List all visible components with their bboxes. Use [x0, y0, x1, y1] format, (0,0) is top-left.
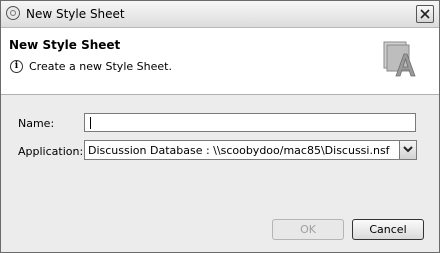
- application-selected-value: Discussion Database : \\scoobydoo/mac85\…: [88, 144, 390, 157]
- application-dropdown-button[interactable]: [399, 141, 416, 159]
- chevron-down-icon: [403, 146, 413, 153]
- text-caret: [90, 117, 91, 129]
- application-select[interactable]: Discussion Database : \\scoobydoo/mac85\…: [84, 140, 417, 160]
- window-title: New Style Sheet: [26, 7, 125, 21]
- application-label: Application:: [18, 145, 84, 158]
- info-icon: i: [10, 60, 23, 73]
- style-sheet-wizard-icon: [383, 41, 416, 77]
- cancel-button[interactable]: Cancel: [352, 219, 424, 240]
- app-icon: [6, 6, 20, 20]
- name-label: Name:: [18, 117, 55, 130]
- new-style-sheet-dialog: New Style Sheet New Style Sheet i Create…: [0, 0, 440, 253]
- ok-button[interactable]: OK: [272, 219, 344, 240]
- header-description: Create a new Style Sheet.: [29, 60, 172, 73]
- header-title: New Style Sheet: [9, 38, 121, 52]
- dialog-header: New Style Sheet i Create a new Style She…: [1, 28, 439, 95]
- name-input[interactable]: [84, 113, 416, 132]
- close-icon: [420, 9, 430, 19]
- title-bar[interactable]: New Style Sheet: [1, 1, 439, 28]
- close-button[interactable]: [416, 5, 434, 23]
